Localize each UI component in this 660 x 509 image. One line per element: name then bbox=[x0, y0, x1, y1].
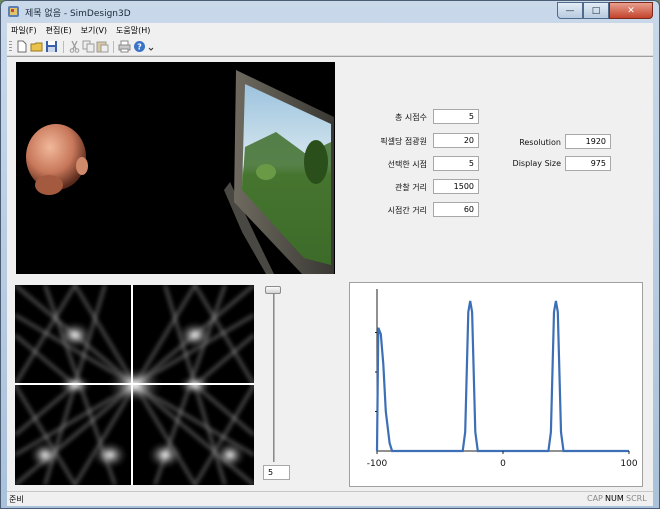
slider-thumb[interactable] bbox=[265, 286, 281, 294]
slider-track[interactable] bbox=[273, 290, 275, 462]
view-spacing-input[interactable]: 60 bbox=[433, 202, 479, 217]
toolbar-separator bbox=[63, 41, 64, 53]
new-file-icon[interactable] bbox=[15, 40, 28, 53]
subpixel-input[interactable]: 20 bbox=[433, 133, 479, 148]
intensity-chart: -100 0 100 bbox=[349, 282, 643, 487]
toolbar: ? bbox=[7, 38, 653, 56]
view-spacing-label: 시점간 거리 bbox=[387, 206, 427, 215]
toolbar-separator bbox=[113, 41, 114, 53]
toolbar-grip[interactable] bbox=[9, 41, 12, 53]
head-model bbox=[26, 124, 88, 195]
view-pattern-image bbox=[15, 285, 254, 485]
paste-icon[interactable] bbox=[96, 40, 109, 53]
slider-value-input[interactable]: 5 bbox=[263, 465, 290, 480]
selected-view-input[interactable]: 5 bbox=[433, 156, 479, 171]
viewing-distance-label: 관찰 거리 bbox=[395, 183, 427, 192]
minimize-button[interactable]: — bbox=[557, 2, 583, 19]
resolution-label: Resolution bbox=[519, 138, 561, 147]
open-folder-icon[interactable] bbox=[30, 40, 43, 53]
x-tick-label: 100 bbox=[620, 459, 637, 469]
save-icon[interactable] bbox=[45, 40, 58, 53]
scrl-indicator: SCRL bbox=[626, 494, 647, 503]
chart-svg: -100 0 100 bbox=[367, 289, 638, 469]
x-tick-label: -100 bbox=[367, 459, 388, 469]
resolution-input[interactable]: 1920 bbox=[565, 134, 611, 149]
selected-view-label: 선택한 시점 bbox=[387, 160, 427, 169]
app-icon bbox=[8, 6, 19, 17]
subpixel-label: 픽셀당 점광원 bbox=[380, 137, 427, 146]
menu-file[interactable]: 파일(F) bbox=[11, 25, 37, 36]
window-controls: — □ ✕ bbox=[557, 2, 653, 19]
cut-icon[interactable] bbox=[68, 40, 81, 53]
menu-edit[interactable]: 편집(E) bbox=[46, 25, 72, 36]
num-indicator: NUM bbox=[605, 494, 624, 503]
maximize-button[interactable]: □ bbox=[583, 2, 609, 19]
menu-bar: 파일(F) 편집(E) 보기(V) 도움말(H) bbox=[7, 23, 653, 38]
total-views-label: 총 시점수 bbox=[395, 113, 427, 122]
viewing-distance-input[interactable]: 1500 bbox=[433, 179, 479, 194]
app-window: 제목 없음 - SimDesign3D — □ ✕ 파일(F) 편집(E) 보기… bbox=[0, 0, 660, 509]
total-views-input[interactable]: 5 bbox=[433, 109, 479, 124]
3d-scene-view[interactable] bbox=[16, 62, 335, 274]
main-view: 총 시점수 5 픽셀당 점광원 20 선택한 시점 5 관찰 거리 1500 시… bbox=[7, 56, 653, 491]
print-icon[interactable] bbox=[118, 40, 131, 53]
series-line bbox=[375, 300, 629, 453]
copy-icon[interactable] bbox=[82, 40, 95, 53]
status-bar: 준비 CAP NUM SCRL bbox=[7, 491, 653, 506]
help-icon[interactable]: ? bbox=[133, 40, 146, 53]
menu-view[interactable]: 보기(V) bbox=[81, 25, 107, 36]
window-title: 제목 없음 - SimDesign3D bbox=[25, 9, 131, 19]
pattern-render bbox=[15, 285, 254, 485]
x-tick-label: 0 bbox=[500, 459, 506, 469]
title-bar[interactable]: 제목 없음 - SimDesign3D — □ ✕ bbox=[1, 1, 659, 23]
menu-help[interactable]: 도움말(H) bbox=[116, 25, 150, 36]
toolbar-overflow-icon[interactable] bbox=[148, 40, 154, 53]
scene-render bbox=[26, 70, 334, 274]
svg-text:?: ? bbox=[137, 43, 142, 52]
close-button[interactable]: ✕ bbox=[609, 2, 653, 19]
display-size-label: Display Size bbox=[512, 159, 561, 168]
cap-indicator: CAP bbox=[587, 494, 603, 503]
status-text: 준비 bbox=[9, 495, 24, 504]
display-size-input[interactable]: 975 bbox=[565, 156, 611, 171]
